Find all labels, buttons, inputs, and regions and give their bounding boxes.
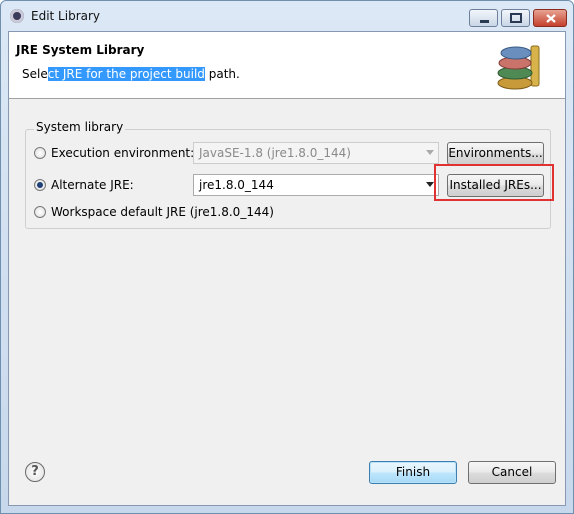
chevron-down-icon xyxy=(426,150,434,155)
alternate-jre-label: Alternate JRE: xyxy=(51,178,134,192)
library-books-icon xyxy=(497,45,540,90)
window-title: Edit Library xyxy=(31,9,101,23)
execution-environment-value: JavaSE-1.8 (jre1.8.0_144) xyxy=(199,146,351,160)
highlight-box xyxy=(434,164,554,201)
minimize-icon xyxy=(480,20,489,23)
workspace-default-label: Workspace default JRE (jre1.8.0_144) xyxy=(51,205,274,219)
finish-button[interactable]: Finish xyxy=(369,461,457,484)
header-message: Select JRE for the project build path. xyxy=(22,67,240,81)
alternate-jre-option[interactable]: Alternate JRE: xyxy=(34,178,134,192)
dialog-window: Edit Library JRE System Library Select J… xyxy=(0,0,574,514)
maximize-icon xyxy=(510,13,522,23)
dialog-client-area: JRE System Library Select JRE for the pr… xyxy=(8,31,566,506)
header-message-selected: ct JRE for the project build xyxy=(47,67,205,81)
header-title: JRE System Library xyxy=(16,43,145,57)
close-button[interactable] xyxy=(533,9,567,27)
workspace-default-radio[interactable] xyxy=(34,206,46,218)
chevron-down-icon xyxy=(426,182,434,187)
close-icon xyxy=(546,14,556,23)
workspace-default-option[interactable]: Workspace default JRE (jre1.8.0_144) xyxy=(34,205,274,219)
execution-environment-select: JavaSE-1.8 (jre1.8.0_144) xyxy=(193,142,439,164)
execution-environment-radio[interactable] xyxy=(34,147,46,159)
execution-environment-label: Execution environment: xyxy=(51,146,195,160)
title-bar[interactable]: Edit Library xyxy=(1,1,573,31)
alternate-jre-value: jre1.8.0_144 xyxy=(199,178,274,192)
header-message-suffix: path. xyxy=(204,67,240,81)
eclipse-icon xyxy=(10,9,24,23)
group-label: System library xyxy=(34,120,126,134)
minimize-button[interactable] xyxy=(469,9,498,27)
header-message-prefix: Sele xyxy=(22,67,48,81)
execution-environment-option[interactable]: Execution environment: xyxy=(34,146,194,160)
dialog-header: JRE System Library Select JRE for the pr… xyxy=(9,32,565,99)
maximize-button[interactable] xyxy=(501,9,530,27)
alternate-jre-select[interactable]: jre1.8.0_144 xyxy=(193,174,439,196)
help-icon[interactable]: ? xyxy=(25,462,45,482)
cancel-button[interactable]: Cancel xyxy=(468,461,556,484)
alternate-jre-radio[interactable] xyxy=(34,179,46,191)
environments-button[interactable]: Environments... xyxy=(447,142,544,165)
